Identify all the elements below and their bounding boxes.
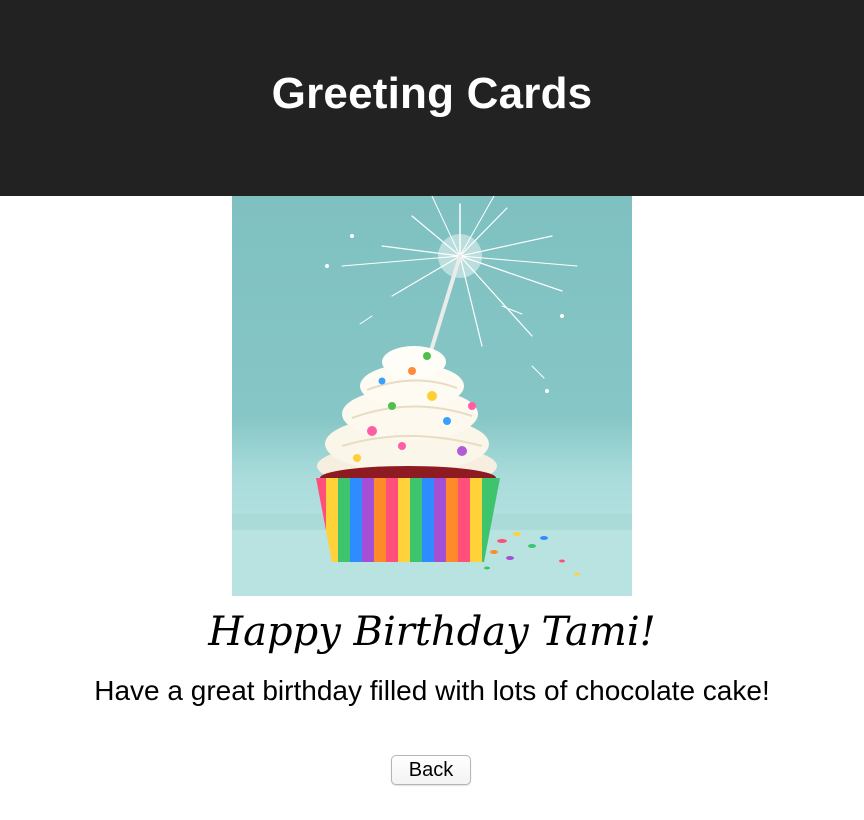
card-message: Have a great birthday filled with lots o… [94,675,770,706]
sparkler-icon [325,196,578,393]
page-title: Greeting Cards [271,69,593,118]
card-title: Happy Birthday Tami! [208,609,656,655]
site-header: Greeting Cards [0,0,864,196]
cupcake-illustration [232,196,632,596]
back-button[interactable]: Back [391,755,471,785]
cupcake-wrapper-icon [316,478,500,562]
cupcake-with-sparkler-image [232,196,632,596]
